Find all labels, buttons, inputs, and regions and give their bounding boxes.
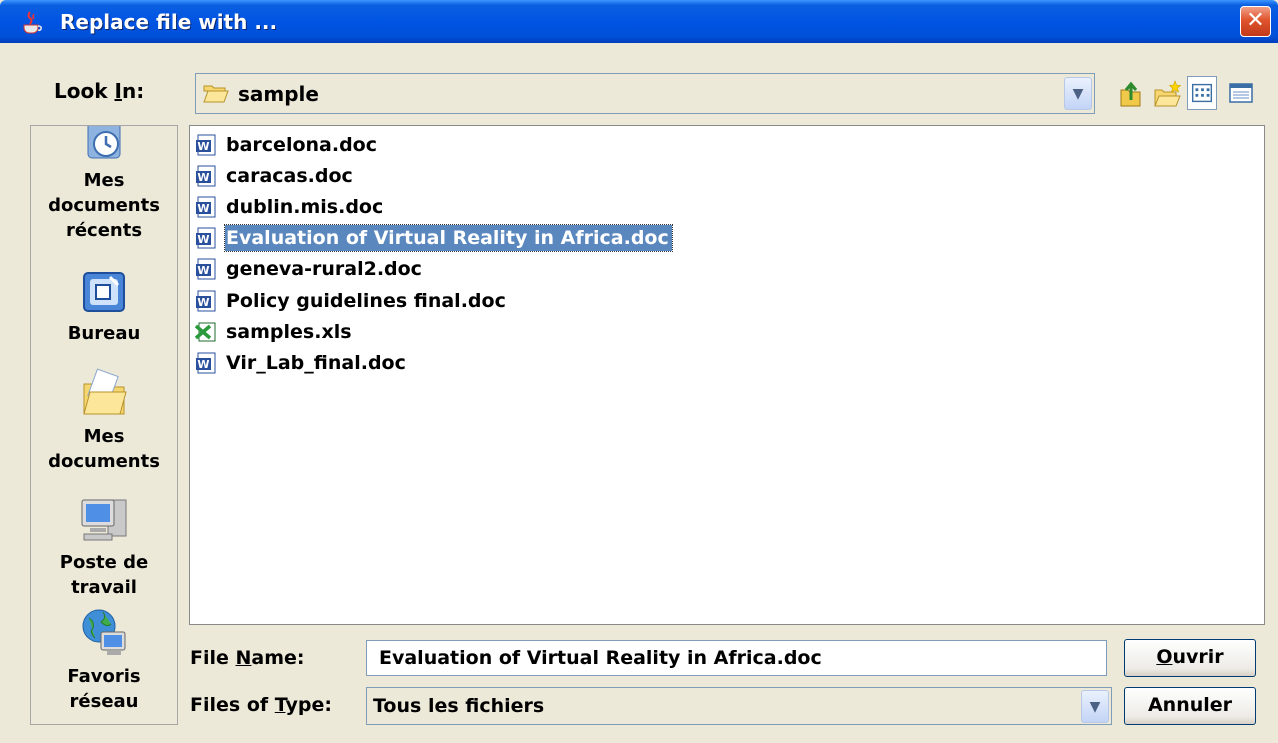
file-type-dropdown-button[interactable]: ▼	[1081, 690, 1109, 723]
close-icon: ✕	[1246, 8, 1265, 33]
file-list-item[interactable]: W Vir_Lab_final.doc	[195, 348, 409, 377]
svg-text:W: W	[197, 233, 209, 246]
place-label: documents	[48, 195, 160, 216]
word-file-icon: W	[195, 196, 217, 218]
file-type-select[interactable]: Tous les fichiers ▼	[366, 687, 1112, 725]
up-folder-icon[interactable]	[1116, 76, 1146, 110]
file-name: samples.xls	[226, 320, 352, 343]
place-my-computer[interactable]: Poste de travail	[31, 496, 177, 600]
word-file-icon: W	[195, 134, 217, 156]
list-view-icon[interactable]	[1187, 76, 1217, 110]
places-bar: Mes documents récents Bureau Mes documen…	[30, 125, 178, 725]
chevron-down-icon: ▼	[1072, 86, 1084, 102]
file-list-item[interactable]: Wgeneva-rural2.doc	[195, 255, 425, 284]
place-label: travail	[71, 577, 137, 598]
word-file-icon: W	[195, 227, 217, 249]
open-folder-icon	[203, 85, 229, 103]
place-desktop[interactable]: Bureau	[31, 271, 177, 346]
file-list-item[interactable]: Wbarcelona.doc	[195, 130, 380, 159]
file-name: Evaluation of Virtual Reality in Africa.…	[224, 224, 673, 253]
file-list-item[interactable]: W Policy guidelines final.doc	[195, 286, 509, 315]
place-label: réseau	[69, 691, 139, 712]
look-in-combobox[interactable]: sample ▼	[195, 73, 1095, 114]
new-folder-icon[interactable]	[1152, 76, 1182, 110]
file-name: dublin.mis.doc	[226, 195, 384, 218]
svg-text:W: W	[197, 140, 209, 153]
place-label: Mes	[83, 426, 125, 447]
word-file-icon: W	[195, 352, 217, 374]
svg-text:W: W	[197, 202, 209, 215]
close-button[interactable]: ✕	[1240, 6, 1271, 37]
file-type-value: Tous les fichiers	[373, 695, 545, 717]
network-places-icon	[82, 609, 126, 655]
place-recent-documents[interactable]: Mes documents récents	[31, 126, 177, 243]
place-label: Bureau	[67, 323, 141, 344]
place-label: récents	[65, 220, 143, 241]
svg-text:W: W	[197, 171, 209, 184]
details-view-icon[interactable]	[1226, 76, 1256, 110]
cancel-button[interactable]: Annuler	[1124, 687, 1256, 725]
place-label: Poste de	[59, 552, 149, 573]
look-in-dropdown-button[interactable]: ▼	[1064, 77, 1092, 110]
place-label: documents	[48, 451, 160, 472]
svg-text:W: W	[197, 358, 209, 371]
file-name: barcelona.doc	[226, 133, 377, 156]
word-file-icon: W	[195, 258, 217, 280]
file-name: Vir_Lab_final.doc	[226, 351, 406, 374]
excel-file-icon	[194, 321, 217, 343]
open-button[interactable]: Ouvrir	[1124, 639, 1256, 677]
file-name: caracas.doc	[226, 164, 353, 187]
chevron-down-icon: ▼	[1089, 699, 1101, 715]
file-name: Policy guidelines final.doc	[226, 289, 506, 312]
my-documents-icon	[83, 368, 127, 415]
svg-text:W: W	[197, 296, 209, 309]
file-name: geneva-rural2.doc	[226, 258, 422, 281]
svg-text:W: W	[197, 264, 209, 277]
window-title: Replace file with ...	[60, 10, 278, 34]
file-dialog: Replace file with ... ✕ Look In: sample …	[0, 0, 1278, 743]
desktop-icon	[83, 272, 125, 312]
place-label: Mes	[83, 170, 125, 191]
my-computer-icon	[81, 499, 127, 541]
file-type-label: Files of Type:	[190, 694, 332, 716]
word-file-icon: W	[195, 290, 217, 312]
look-in-label: Look In:	[54, 79, 145, 103]
word-file-icon: W	[195, 165, 217, 187]
place-network[interactable]: Favoris réseau	[31, 608, 177, 714]
file-list-item[interactable]: Wcaracas.doc	[195, 161, 356, 190]
java-cup-icon	[23, 11, 42, 34]
current-folder-value: sample	[238, 82, 319, 106]
file-list-item[interactable]: W Evaluation of Virtual Reality in Africa…	[195, 224, 673, 253]
file-list[interactable]: Wbarcelona.doc Wcaracas.doc Wdublin.mis.do…	[189, 125, 1265, 625]
file-name-label: File Name:	[190, 647, 305, 669]
recent-documents-icon	[87, 126, 121, 159]
file-name-input[interactable]: Evaluation of Virtual Reality in Africa.…	[366, 640, 1107, 676]
file-list-item[interactable]: samples.xls	[194, 317, 355, 346]
place-label: Favoris	[67, 666, 141, 687]
place-my-documents[interactable]: Mes documents	[31, 366, 177, 474]
title-bar[interactable]: Replace file with ... ✕	[0, 0, 1278, 43]
file-list-item[interactable]: Wdublin.mis.doc	[195, 192, 386, 221]
